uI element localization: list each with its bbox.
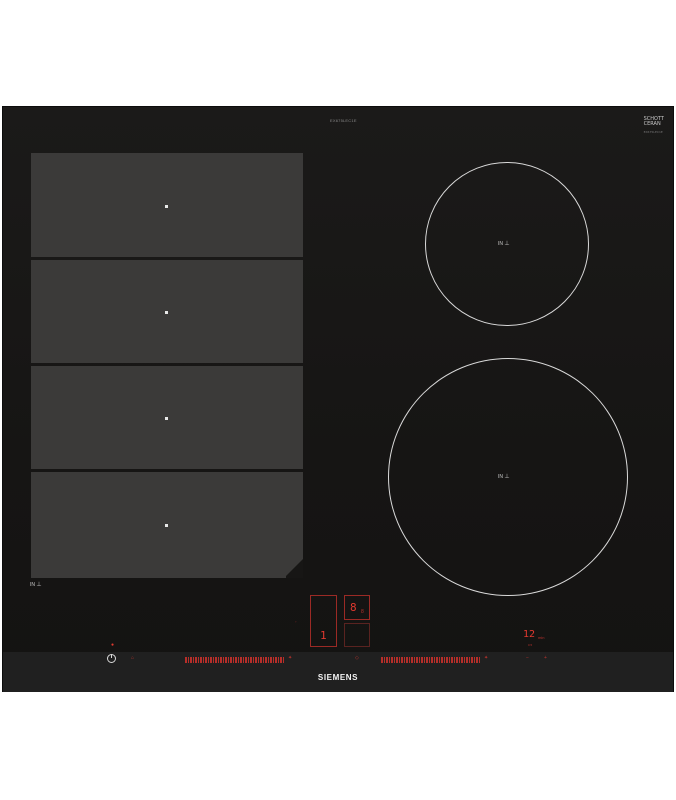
flex-zone-3[interactable] bbox=[31, 366, 303, 469]
main-display-value: 1 bbox=[320, 629, 327, 642]
power-icon[interactable] bbox=[107, 654, 116, 663]
zone-center-dot bbox=[165, 205, 168, 208]
boost-right-icon[interactable]: ✦ bbox=[484, 655, 488, 661]
timer-display[interactable]: 12 bbox=[523, 629, 535, 640]
touch-control-strip bbox=[3, 652, 673, 692]
lock-icon[interactable]: ⌂ bbox=[131, 655, 134, 661]
flex-zone-corner bbox=[31, 577, 286, 578]
large-zone-label-text: IN bbox=[498, 474, 503, 480]
flex-zone-label-text: IN bbox=[30, 582, 35, 588]
siemens-logo: SIEMENS bbox=[317, 673, 359, 682]
zone-display-main[interactable]: 1 bbox=[310, 595, 337, 647]
induction-symbol-icon: ⊥ bbox=[36, 582, 42, 588]
timer-unit: min bbox=[538, 635, 545, 640]
zone-display-bottom[interactable] bbox=[344, 623, 370, 647]
flex-zone-chamfer bbox=[286, 559, 303, 578]
ceran-text: CERAN bbox=[643, 121, 661, 127]
induction-symbol-icon: ⊥ bbox=[504, 241, 510, 247]
induction-symbol-icon: ⊥ bbox=[504, 474, 510, 480]
zone-center-dot bbox=[165, 524, 168, 527]
flex-zone-1[interactable] bbox=[31, 153, 303, 257]
top-display-value: 8 bbox=[350, 601, 357, 614]
zone-center-dot bbox=[165, 417, 168, 420]
induction-hob: EX675LEC1E SCHOTT CERAN EX675LEC1E IN ⊥ … bbox=[2, 106, 674, 692]
schott-model-text: EX675LEC1E bbox=[643, 130, 663, 134]
power-indicator-led: ● bbox=[111, 642, 115, 648]
small-zone-label-text: IN bbox=[498, 241, 503, 247]
timer-plus-icon[interactable]: + bbox=[544, 655, 547, 661]
power-slider-left[interactable] bbox=[185, 657, 284, 663]
flex-zone-label: IN ⊥ bbox=[30, 581, 42, 588]
boost-left-icon[interactable]: ✦ bbox=[288, 655, 292, 661]
power-slider-right[interactable] bbox=[381, 657, 480, 663]
model-label: EX675LEC1E bbox=[330, 118, 357, 123]
flex-zone-4[interactable] bbox=[31, 472, 303, 577]
zone-select-icon[interactable]: ◇ bbox=[355, 655, 359, 661]
flex-zone-2[interactable] bbox=[31, 260, 303, 363]
small-zone-label: IN ⊥ bbox=[498, 240, 510, 247]
schott-ceran-logo: SCHOTT CERAN EX675LEC1E bbox=[644, 117, 664, 135]
zone-display-top[interactable]: 8 8 bbox=[344, 595, 370, 620]
timer-sub-value: 0.5 bbox=[528, 643, 533, 647]
timer-minus-icon[interactable]: − bbox=[526, 655, 529, 661]
zone-center-dot bbox=[165, 311, 168, 314]
top-display-suffix: 8 bbox=[361, 609, 364, 615]
zone-indicator-left: ◦ bbox=[295, 619, 297, 624]
large-zone-label: IN ⊥ bbox=[498, 473, 510, 480]
